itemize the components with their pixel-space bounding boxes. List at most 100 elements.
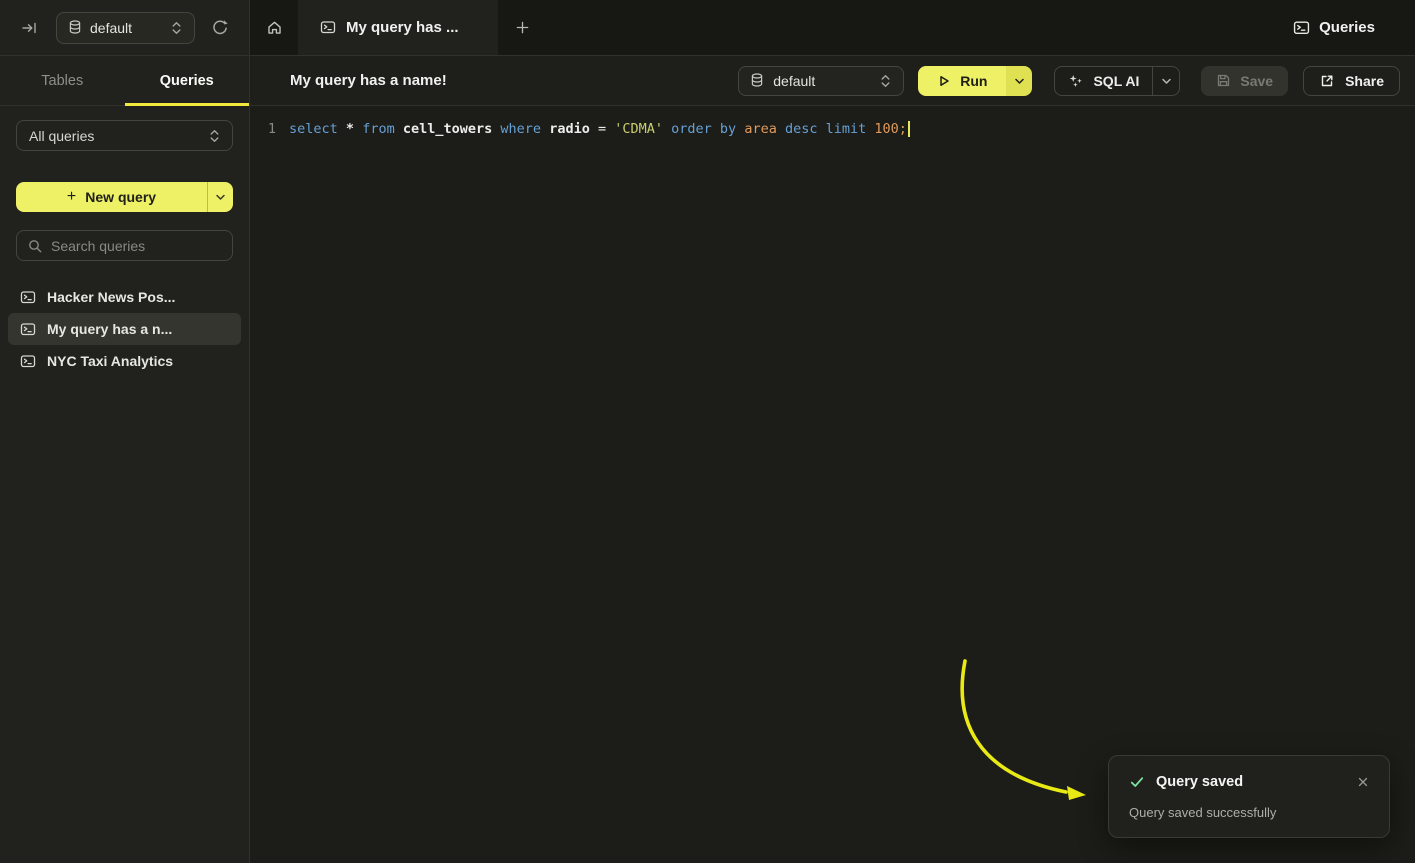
home-button[interactable] [250, 0, 298, 55]
plus-icon: + [67, 188, 76, 206]
code-token [338, 121, 346, 137]
share-label: Share [1345, 73, 1384, 89]
select-icon [171, 21, 182, 35]
toast-title: Query saved [1156, 774, 1243, 790]
run-split-button: Run [918, 66, 1032, 96]
dropdown-icon [215, 192, 226, 202]
main-panel: My query has a name! default Run [250, 56, 1415, 863]
new-query-dropdown-button[interactable] [207, 182, 233, 212]
dropdown-icon [1014, 76, 1025, 86]
query-list-item[interactable]: Hacker News Pos... [8, 281, 241, 313]
query-icon [20, 322, 36, 337]
code-token: * [346, 121, 354, 137]
code-token: order by [671, 121, 736, 137]
query-item-label: Hacker News Pos... [47, 289, 175, 305]
query-search[interactable] [16, 230, 233, 261]
query-filter-select[interactable]: All queries [16, 120, 233, 151]
code-token: limit [826, 121, 867, 137]
toast-query-saved: Query saved Query saved successfully [1108, 755, 1390, 838]
header-database-selector[interactable]: default [738, 66, 904, 96]
tab-my-query[interactable]: My query has ... [298, 0, 498, 55]
topbar-database-selector[interactable]: default [56, 12, 195, 44]
query-item-label: NYC Taxi Analytics [47, 353, 173, 369]
refresh-button[interactable] [205, 13, 235, 43]
line-number: 1 [250, 121, 276, 137]
sql-ai-split-button: SQL AI [1054, 66, 1180, 96]
select-icon [880, 74, 891, 88]
query-icon [20, 354, 36, 369]
query-icon [320, 20, 336, 35]
sql-ai-options-button[interactable] [1152, 67, 1179, 95]
queries-nav-button[interactable]: Queries [1281, 0, 1415, 55]
code-token: = [590, 121, 614, 137]
new-tab-button[interactable] [498, 0, 546, 55]
search-queries-input[interactable] [51, 238, 221, 254]
code-token [541, 121, 549, 137]
home-icon [266, 19, 283, 36]
share-icon [1319, 73, 1335, 89]
code-token: select [289, 121, 338, 137]
success-check-icon [1129, 775, 1145, 789]
select-icon [209, 129, 220, 143]
new-tab-icon [515, 20, 530, 35]
tab-title: My query has ... [346, 19, 459, 36]
dropdown-icon [1161, 76, 1172, 86]
toast-close-button[interactable] [1353, 772, 1373, 792]
code-token [777, 121, 785, 137]
share-button[interactable]: Share [1303, 66, 1400, 96]
text-cursor [908, 121, 910, 137]
run-options-button[interactable] [1006, 66, 1032, 96]
collapse-sidebar-button[interactable] [14, 13, 44, 43]
sidebar-tabs: Tables Queries [0, 56, 249, 106]
code-token: area [744, 121, 777, 137]
sql-ai-button[interactable]: SQL AI [1055, 67, 1152, 95]
code-token: desc [785, 121, 818, 137]
code-token: where [500, 121, 541, 137]
page-title: My query has a name! [290, 72, 447, 89]
run-label: Run [960, 73, 987, 89]
close-icon [1357, 776, 1369, 788]
query-icon [20, 290, 36, 305]
new-query-label: New query [85, 189, 156, 205]
refresh-icon [211, 19, 229, 37]
queries-nav-label: Queries [1319, 19, 1375, 36]
query-console-app: default My query has ... [0, 0, 1415, 863]
top-bar-left: default [0, 0, 250, 55]
sql-editor[interactable]: 1 select * from cell_towers where radio … [250, 106, 1415, 863]
sidebar-tab-queries[interactable]: Queries [125, 56, 250, 105]
code-line: 1 select * from cell_towers where radio … [250, 117, 1415, 141]
code-token [663, 121, 671, 137]
code-token: 'CDMA' [614, 121, 663, 137]
tab-strip: My query has ... Queries [250, 0, 1415, 55]
code-token [817, 121, 825, 137]
query-list-item[interactable]: NYC Taxi Analytics [8, 345, 241, 377]
new-query-button[interactable]: + New query [16, 182, 207, 212]
code-token: from [362, 121, 395, 137]
database-icon [751, 73, 763, 88]
search-icon [28, 239, 42, 253]
save-icon [1216, 73, 1231, 88]
code-token [395, 121, 403, 137]
query-icon [1293, 20, 1310, 36]
new-query-split-button: + New query [16, 182, 233, 212]
sidebar-tab-tables[interactable]: Tables [0, 56, 125, 105]
header-database-value: default [773, 73, 815, 89]
collapse-sidebar-icon [21, 20, 38, 36]
sidebar-content: All queries + New query [0, 106, 249, 391]
saved-query-list: Hacker News Pos... My query has a n... N… [8, 281, 241, 377]
query-item-label: My query has a n... [47, 321, 172, 337]
query-header: My query has a name! default Run [250, 56, 1415, 106]
save-button[interactable]: Save [1201, 66, 1288, 96]
save-label: Save [1240, 73, 1273, 89]
toast-message: Query saved successfully [1129, 805, 1373, 820]
run-icon [937, 74, 951, 88]
query-filter-value: All queries [29, 128, 94, 144]
query-list-item-selected[interactable]: My query has a n... [8, 313, 241, 345]
database-icon [69, 20, 81, 35]
code-token: cell_towers [403, 121, 492, 137]
sql-ai-label: SQL AI [1093, 73, 1139, 89]
code-token: 100; [874, 121, 907, 137]
sidebar: Tables Queries All queries + New query [0, 56, 250, 863]
code-token [354, 121, 362, 137]
run-button[interactable]: Run [918, 66, 1006, 96]
